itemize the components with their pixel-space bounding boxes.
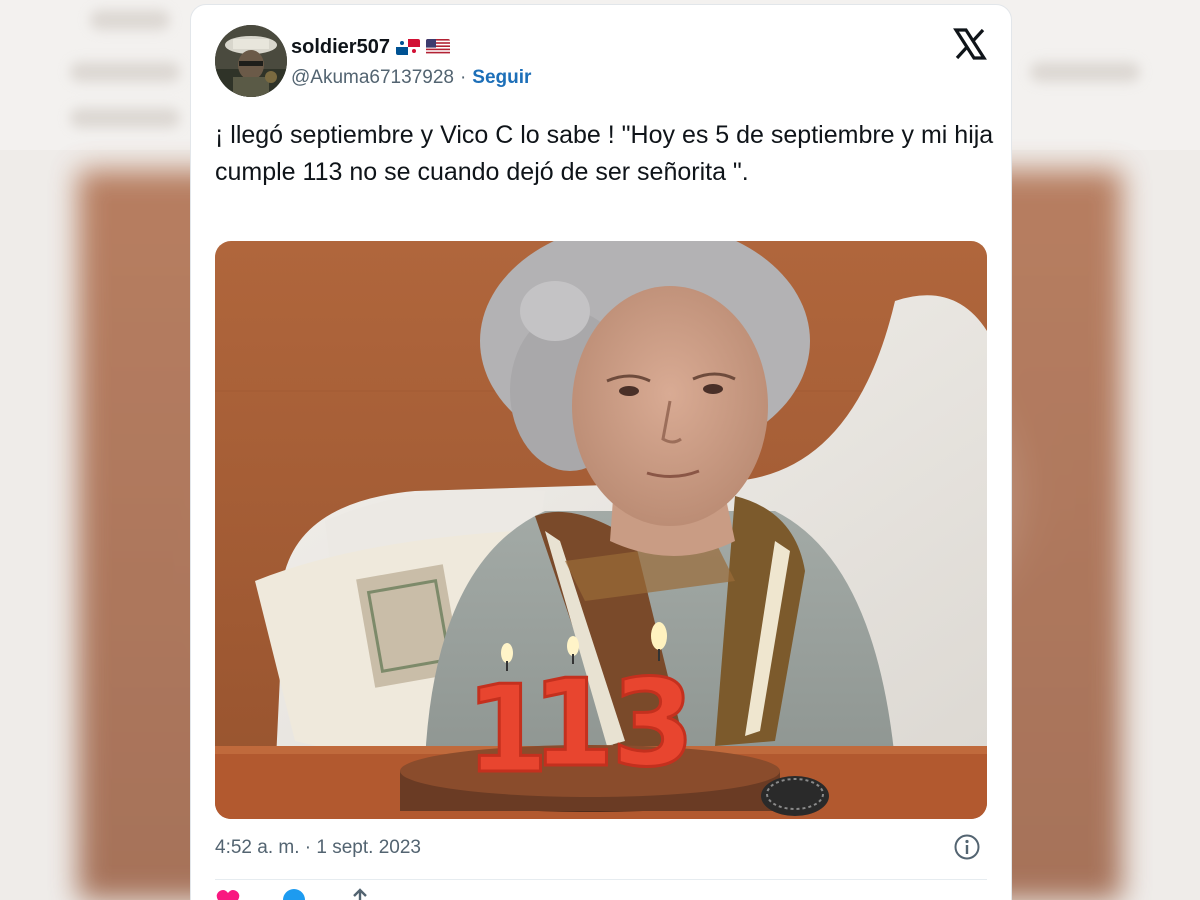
share-button[interactable]	[347, 887, 373, 900]
tweet-text: ¡ llegó septiembre y Vico C lo sabe ! "H…	[215, 121, 994, 186]
share-icon	[353, 888, 367, 900]
follow-button[interactable]: Seguir	[472, 67, 531, 89]
info-icon[interactable]	[953, 833, 981, 861]
handle-separator: ·	[459, 67, 467, 88]
author-handle-row: @Akuma67137928 · Seguir	[291, 67, 531, 89]
candle-digit-2: 1	[531, 655, 615, 794]
heart-icon	[216, 890, 240, 900]
avatar[interactable]	[215, 25, 287, 97]
screenshot-stage: soldier507 @Akuma67137928 · Seguir ¡ lle…	[0, 0, 1200, 900]
tweet-timestamp[interactable]: 4:52 a. m. · 1 sept. 2023	[215, 837, 421, 859]
divider	[215, 879, 987, 880]
reply-icon	[283, 889, 305, 900]
candle-digit-3: 3	[611, 655, 695, 794]
usa-flag-icon	[425, 39, 450, 55]
panama-flag-icon	[395, 39, 420, 55]
reply-button[interactable]	[281, 887, 307, 900]
author-handle[interactable]: @Akuma67137928	[291, 67, 454, 89]
tweet-card: soldier507 @Akuma67137928 · Seguir ¡ lle…	[190, 4, 1012, 900]
author-display-name[interactable]: soldier507	[291, 36, 390, 59]
action-bar	[215, 887, 373, 900]
tweet-photo[interactable]: 1 1 3	[215, 241, 987, 819]
like-button[interactable]	[215, 887, 241, 900]
author-name-row: soldier507	[291, 35, 450, 59]
x-logo-icon[interactable]	[953, 27, 987, 61]
